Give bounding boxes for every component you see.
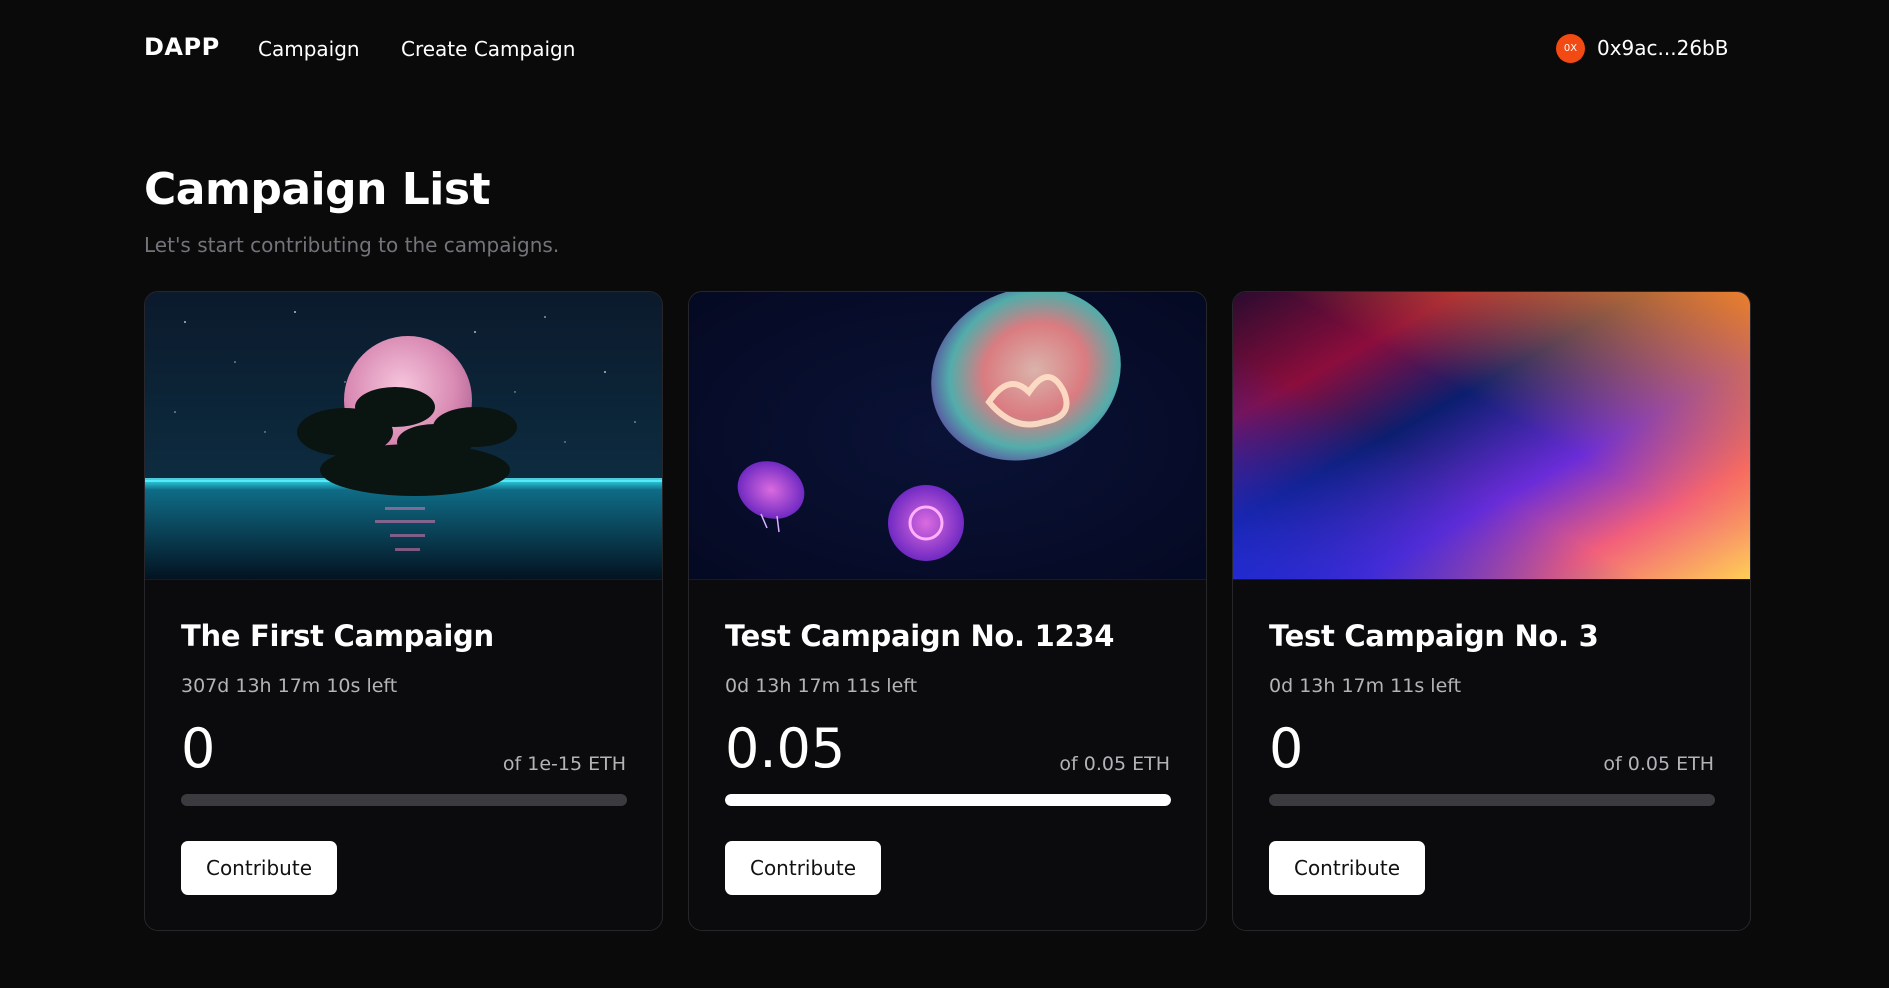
brand-logo[interactable]: DAPP [144,33,220,61]
campaign-raised-amount: 0 [181,717,216,780]
campaign-goal: of 1e-15 ETH [502,753,626,775]
campaign-card[interactable]: Test Campaign No. 3 0d 13h 17m 11s left … [1232,291,1751,931]
campaign-title: Test Campaign No. 1234 [725,619,1115,653]
campaign-raised-amount: 0.05 [725,717,846,780]
wallet-address: 0x9ac...26bB [1597,36,1729,60]
progress-bar [181,794,627,806]
campaign-time-left: 0d 13h 17m 11s left [1269,675,1462,697]
campaign-card[interactable]: Test Campaign No. 1234 0d 13h 17m 11s le… [688,291,1207,931]
nav-link-campaign[interactable]: Campaign [258,37,360,61]
page-title: Campaign List [144,164,491,215]
campaign-title: Test Campaign No. 3 [1269,619,1599,653]
gradient-image [1233,292,1750,580]
jellyfish-image [689,292,1206,580]
campaign-title: The First Campaign [181,619,494,653]
nav-link-create-campaign[interactable]: Create Campaign [401,37,575,61]
campaign-goal: of 0.05 ETH [1603,753,1714,775]
campaign-card[interactable]: The First Campaign 307d 13h 17m 10s left… [144,291,663,931]
progress-bar [725,794,1171,806]
contribute-button[interactable]: Contribute [1269,841,1425,895]
campaign-raised-amount: 0 [1269,717,1304,780]
page-subtitle: Let's start contributing to the campaign… [144,233,560,257]
contribute-button[interactable]: Contribute [181,841,337,895]
campaign-goal: of 0.05 ETH [1059,753,1170,775]
wallet-button[interactable]: 0X 0x9ac...26bB [1556,33,1728,63]
contribute-button[interactable]: Contribute [725,841,881,895]
wallet-avatar: 0X [1556,33,1585,63]
navbar: DAPP Campaign Create Campaign 0X 0x9ac..… [0,0,1889,96]
campaign-time-left: 307d 13h 17m 10s left [181,675,398,697]
moon-island-image [145,292,662,580]
progress-fill [725,794,1171,806]
campaign-time-left: 0d 13h 17m 11s left [725,675,918,697]
progress-bar [1269,794,1715,806]
